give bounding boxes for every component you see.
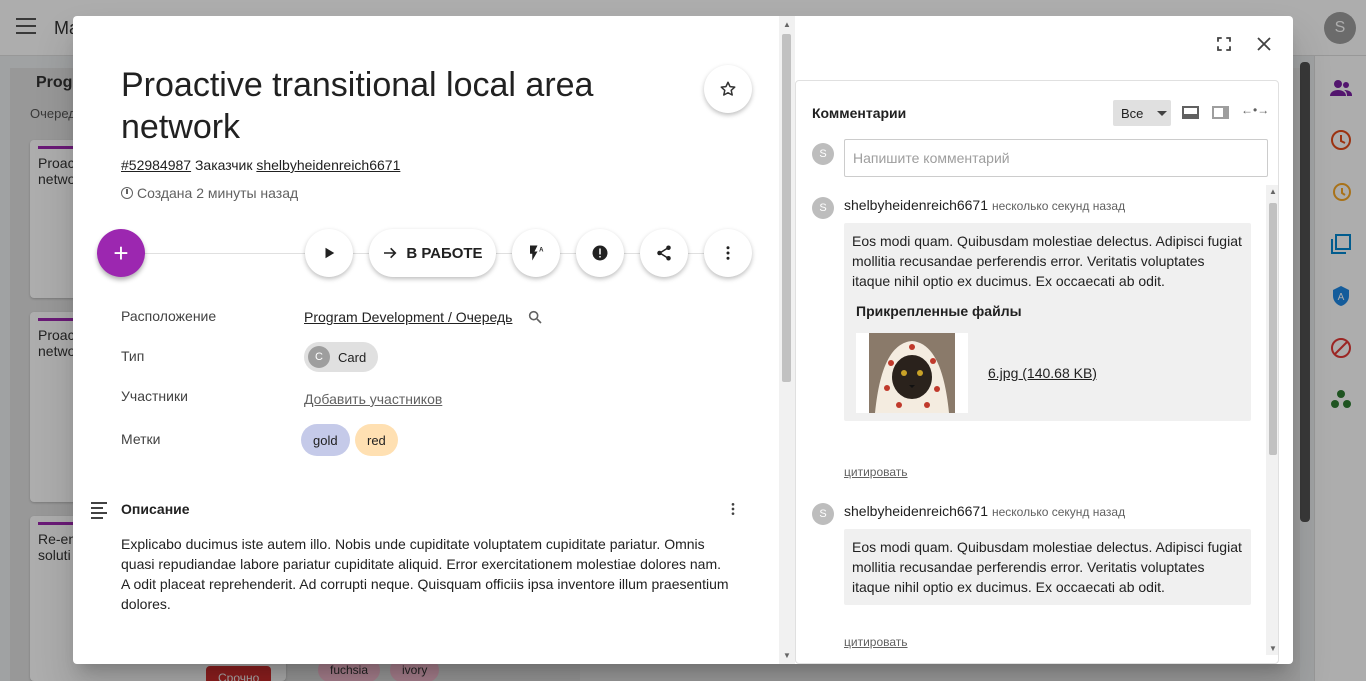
svg-text:A: A [539,248,544,254]
close-icon[interactable] [1255,35,1273,53]
created-info: Создана 2 минуты назад [121,185,298,201]
scroll-up-icon[interactable]: ▲ [783,20,791,29]
tags-label: Метки [121,431,161,447]
customer-label: Заказчик [194,157,253,173]
description-icon [91,502,107,522]
more-vert-icon [726,246,730,260]
layout-bottom-icon[interactable] [1182,106,1199,119]
cat-photo-image [869,333,955,413]
star-button[interactable] [704,65,752,113]
comment-header: shelbyheidenreich6671 несколько секунд на… [844,503,1125,519]
attachment-thumbnail[interactable] [856,333,968,413]
filter-value: Все [1121,105,1144,121]
comment-body: Eos modi quam. Quibusdam molestiae delec… [844,529,1251,605]
type-chip[interactable]: C Card [304,342,379,372]
add-button[interactable]: + [97,229,145,277]
location-label: Расположение [121,308,217,324]
created-text: Создана 2 минуты назад [137,185,299,201]
scroll-down-icon[interactable]: ▼ [783,651,791,660]
comments-scrollbar[interactable]: ▲ ▼ [1266,185,1278,655]
comments-title: Комментарии [812,105,907,121]
comment-text: Eos modi quam. Quibusdam molestiae delec… [852,539,1242,595]
add-members-link[interactable]: Добавить участников [304,391,442,407]
status-label: В РАБОТЕ [406,244,483,262]
share-icon [657,245,671,261]
description-text[interactable]: Explicabo ducimus iste autem illo. Nobis… [121,534,731,614]
description-more-icon[interactable] [725,500,741,518]
comments-list: S shelbyheidenreich6671 несколько секунд … [796,185,1266,655]
flash-auto-icon: A [530,245,544,261]
star-icon [720,81,736,96]
clock-icon [121,187,133,199]
arrow-right-icon [384,247,397,259]
attachments-title: Прикрепленные файлы [856,303,1022,319]
scroll-down-icon[interactable]: ▼ [1269,644,1277,653]
play-icon [325,247,335,259]
card-meta: #52984987 Заказчик shelbyheidenreich6671 [121,157,400,173]
priority-button[interactable]: A [512,229,560,277]
description-title: Описание [121,501,190,517]
comment-body: Eos modi quam. Quibusdam molestiae delec… [844,223,1251,421]
customer-link[interactable]: shelbyheidenreich6671 [256,157,400,173]
comment-time: несколько секунд назад [992,505,1126,519]
share-button[interactable] [640,229,688,277]
urgent-button[interactable] [576,229,624,277]
comments-filter-select[interactable]: Все [1113,100,1171,126]
more-button[interactable] [704,229,752,277]
tag-chip[interactable]: red [355,424,398,456]
scroll-thumb[interactable] [1269,203,1277,455]
comment-author[interactable]: shelbyheidenreich6671 [844,503,988,519]
status-button[interactable]: В РАБОТЕ [369,229,496,277]
type-label: Тип [121,348,145,364]
card-details-pane: Proactive transitional local area networ… [73,16,779,664]
plus-icon: + [113,237,129,268]
scroll-up-icon[interactable]: ▲ [1269,187,1277,196]
card-title[interactable]: Proactive transitional local area networ… [121,64,661,148]
comments-pane: Комментарии Все ←•→ S Напишите комментар… [795,16,1293,664]
comment-time: несколько секунд назад [992,199,1126,213]
scroll-thumb[interactable] [782,34,791,382]
swap-width-icon[interactable]: ←•→ [1241,103,1269,117]
alert-icon [592,245,608,261]
fullscreen-icon[interactable] [1215,35,1233,53]
quote-link[interactable]: цитировать [844,635,908,649]
quote-link[interactable]: цитировать [844,465,908,479]
location-link[interactable]: Program Development / Очередь [304,309,512,325]
search-icon[interactable] [527,309,543,325]
card-dialog: Proactive transitional local area networ… [73,16,1293,664]
members-label: Участники [121,388,188,404]
comment-input[interactable]: Напишите комментарий [844,139,1268,177]
tag-chip[interactable]: gold [301,424,350,456]
comments-panel: Комментарии Все ←•→ S Напишите комментар… [795,80,1279,664]
comment-author-avatar: S [812,197,834,219]
details-scrollbar[interactable]: ▲ ▼ [779,16,795,664]
play-button[interactable] [305,229,353,277]
comment-author[interactable]: shelbyheidenreich6671 [844,197,988,213]
attachment-item[interactable]: 6.jpg (140.68 KB) [852,333,1243,413]
comment-header: shelbyheidenreich6671 несколько секунд на… [844,197,1125,213]
comment-text: Eos modi quam. Quibusdam molestiae delec… [852,233,1242,289]
type-avatar: C [308,346,330,368]
type-value: Card [338,349,367,365]
dropdown-arrow-icon [1157,110,1168,116]
comment-author-avatar: S [812,503,834,525]
layout-side-icon[interactable] [1212,106,1229,119]
card-number-link[interactable]: #52984987 [121,157,191,173]
current-user-avatar: S [812,143,834,165]
attachment-link[interactable]: 6.jpg (140.68 KB) [988,363,1097,383]
